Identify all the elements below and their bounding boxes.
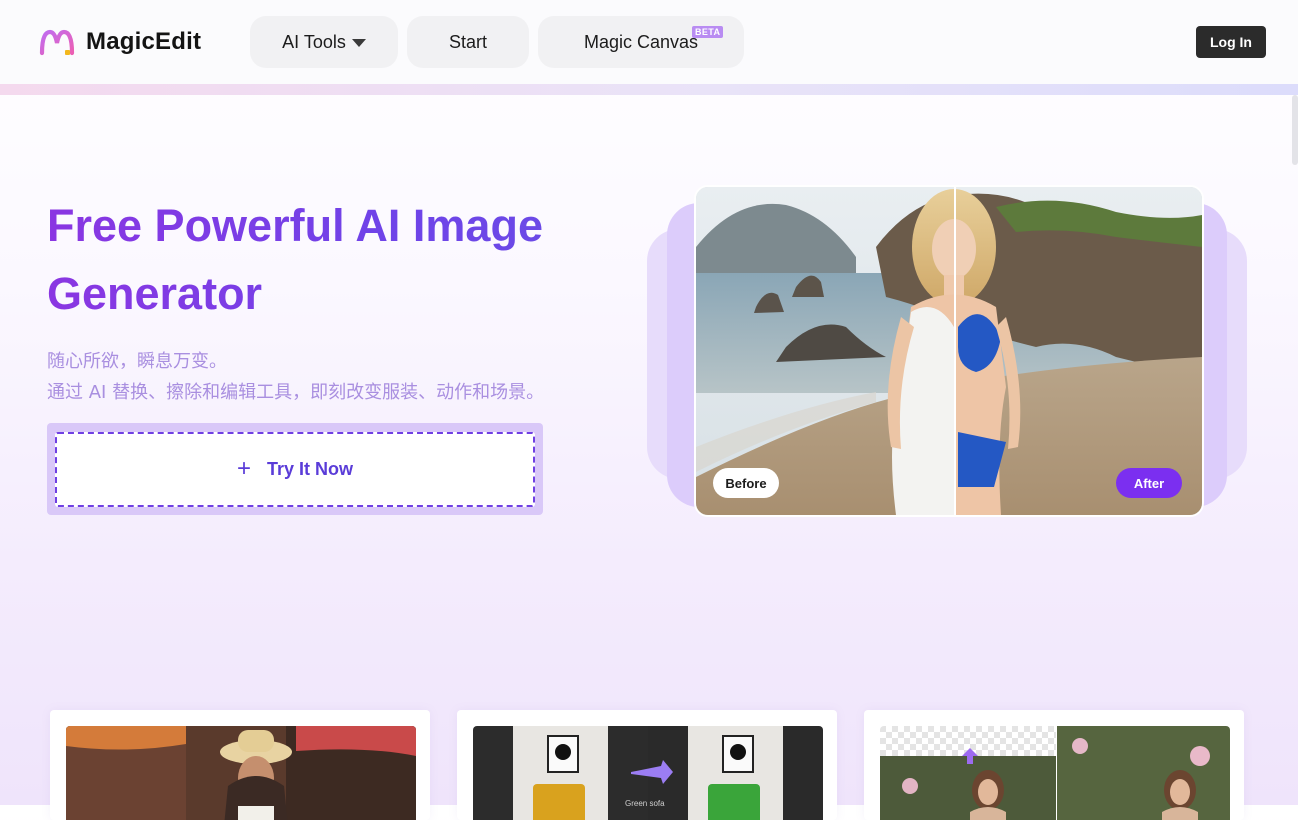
after-label: After xyxy=(1116,468,1182,498)
top-navbar: MagicEdit AI Tools Start Magic Canvas BE… xyxy=(0,0,1298,85)
hero-subtitle: 随心所欲，瞬息万变。 通过 AI 替换、擦除和编辑工具，即刻改变服装、动作和场景… xyxy=(47,346,544,408)
hero-title: Free Powerful AI Image Generator xyxy=(47,192,607,328)
feature-card-2[interactable]: Green sofa xyxy=(457,710,837,820)
page-scrollbar[interactable] xyxy=(1292,95,1298,165)
feature-card-3-image xyxy=(880,726,1230,820)
try-it-now-label: Try It Now xyxy=(267,459,354,479)
caret-down-icon xyxy=(351,39,366,47)
nav-start-label: Start xyxy=(448,31,487,52)
plus-icon: + xyxy=(236,454,251,482)
magicedit-logo-icon xyxy=(39,29,75,56)
try-it-now-container: + Try It Now xyxy=(47,423,543,515)
feature-card-2-image: Green sofa xyxy=(473,726,823,820)
logo-text: MagicEdit xyxy=(86,28,202,55)
beach-scene-illustration xyxy=(696,187,1202,515)
beta-badge: BETA xyxy=(692,26,724,38)
logo[interactable]: MagicEdit xyxy=(38,26,201,58)
nav-magic-canvas-label: Magic Canvas xyxy=(583,31,699,52)
nav-magic-canvas[interactable]: Magic Canvas BETA xyxy=(538,16,744,68)
feature-card-1[interactable] xyxy=(50,710,430,820)
try-it-now-button[interactable]: + Try It Now xyxy=(55,432,535,507)
feature-card-1-image xyxy=(66,726,416,820)
hero-subtitle-line-2: 通过 AI 替换、擦除和编辑工具，即刻改变服装、动作和场景。 xyxy=(47,382,545,403)
nav-start[interactable]: Start xyxy=(407,16,529,68)
nav-ai-tools-label: AI Tools xyxy=(282,31,346,52)
feature-card-2-caption: Green sofa xyxy=(625,799,665,808)
login-button[interactable]: Log In xyxy=(1196,26,1266,58)
feature-card-3[interactable] xyxy=(864,710,1244,820)
header-gradient-strip xyxy=(0,84,1298,95)
hero-subtitle-line-1: 随心所欲，瞬息万变。 xyxy=(47,351,227,372)
nav-ai-tools[interactable]: AI Tools xyxy=(250,16,398,68)
before-after-image[interactable] xyxy=(694,185,1204,517)
before-label: Before xyxy=(713,468,779,498)
